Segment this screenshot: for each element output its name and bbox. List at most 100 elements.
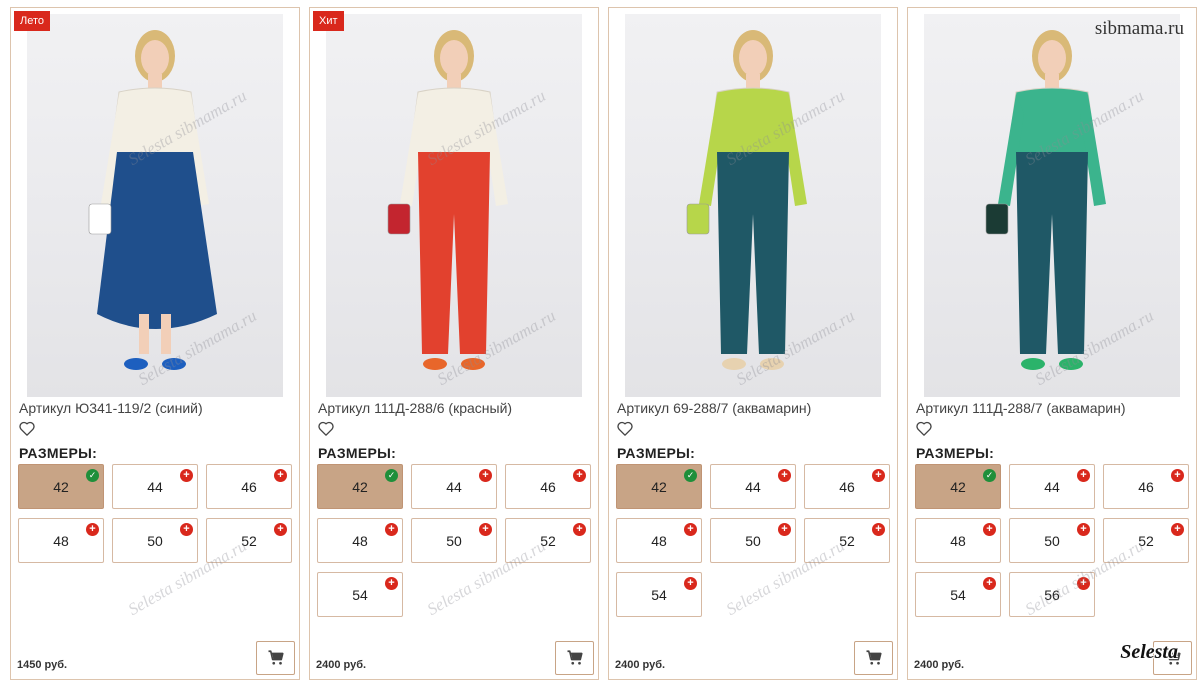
product-photo[interactable] xyxy=(625,14,881,397)
model-shoe-left xyxy=(423,358,447,370)
check-icon: ✓ xyxy=(385,469,398,482)
size-option[interactable]: 50 + xyxy=(710,518,796,563)
size-option[interactable]: 50 + xyxy=(112,518,198,563)
model-illustration xyxy=(88,30,217,370)
plus-icon: + xyxy=(1171,469,1184,482)
product-photo[interactable] xyxy=(326,14,582,397)
product-badge: Хит xyxy=(313,11,344,31)
check-icon: ✓ xyxy=(983,469,996,482)
size-option[interactable]: 46 + xyxy=(505,464,591,509)
plus-icon: + xyxy=(778,523,791,536)
product-price: 1450 руб. xyxy=(17,659,68,671)
product-price: 2400 руб. xyxy=(914,659,965,671)
model-pants xyxy=(1016,152,1088,354)
product-photo[interactable] xyxy=(924,14,1180,397)
model-shoe-left xyxy=(124,358,148,370)
size-option[interactable]: 48 + xyxy=(317,518,403,563)
model-illustration xyxy=(387,30,508,370)
add-to-cart-button[interactable] xyxy=(256,641,295,675)
product-title[interactable]: Артикул 69-288/7 (аквамарин) xyxy=(617,400,811,416)
model-pants xyxy=(717,152,789,354)
model-face xyxy=(440,40,468,76)
size-option[interactable]: 52 + xyxy=(1103,518,1189,563)
favorite-heart-icon[interactable] xyxy=(19,421,35,436)
size-option[interactable]: 44 + xyxy=(1009,464,1095,509)
size-label: 54 xyxy=(651,587,667,603)
size-option[interactable]: 42 ✓ xyxy=(616,464,702,509)
model-leg-left xyxy=(139,314,149,354)
add-to-cart-button[interactable] xyxy=(555,641,594,675)
size-option[interactable]: 56 + xyxy=(1009,572,1095,617)
size-option[interactable]: 46 + xyxy=(206,464,292,509)
product-photo[interactable] xyxy=(27,14,283,397)
model-shoe-right xyxy=(162,358,186,370)
size-label: 46 xyxy=(241,479,257,495)
model-bag xyxy=(985,203,1009,235)
plus-icon: + xyxy=(684,523,697,536)
product-card: Selesta sibmama.ru Selesta sibmama.ru Sele… xyxy=(608,7,898,680)
favorite-heart-icon[interactable] xyxy=(318,421,334,436)
size-option[interactable]: 42 ✓ xyxy=(317,464,403,509)
size-label: 44 xyxy=(446,479,462,495)
size-label: 52 xyxy=(839,533,855,549)
favorite-heart-icon[interactable] xyxy=(617,421,633,436)
size-label: 54 xyxy=(950,587,966,603)
size-label: 46 xyxy=(1138,479,1154,495)
size-label: 44 xyxy=(1044,479,1060,495)
plus-icon: + xyxy=(872,523,885,536)
sizes-heading: РАЗМЕРЫ: xyxy=(916,445,995,461)
size-label: 42 xyxy=(53,479,69,495)
size-option[interactable]: 54 + xyxy=(915,572,1001,617)
size-option[interactable]: 52 + xyxy=(804,518,890,563)
size-label: 54 xyxy=(352,587,368,603)
site-watermark: sibmama.ru xyxy=(1094,18,1184,39)
plus-icon: + xyxy=(86,523,99,536)
product-title[interactable]: Артикул 111Д-288/6 (красный) xyxy=(318,400,512,416)
size-option[interactable]: 44 + xyxy=(112,464,198,509)
model-bag xyxy=(387,203,411,235)
check-icon: ✓ xyxy=(86,469,99,482)
check-icon: ✓ xyxy=(684,469,697,482)
model-face xyxy=(739,40,767,76)
size-label: 50 xyxy=(147,533,163,549)
size-option[interactable]: 50 + xyxy=(1009,518,1095,563)
plus-icon: + xyxy=(1077,523,1090,536)
size-option[interactable]: 50 + xyxy=(411,518,497,563)
size-option[interactable]: 42 ✓ xyxy=(18,464,104,509)
size-label: 48 xyxy=(352,533,368,549)
size-option[interactable]: 42 ✓ xyxy=(915,464,1001,509)
size-label: 48 xyxy=(651,533,667,549)
model-shoe-right xyxy=(760,358,784,370)
size-label: 42 xyxy=(352,479,368,495)
model-face xyxy=(1038,40,1066,76)
model-bag xyxy=(686,203,710,235)
favorite-heart-icon[interactable] xyxy=(916,421,932,436)
size-option[interactable]: 54 + xyxy=(616,572,702,617)
size-label: 46 xyxy=(839,479,855,495)
add-to-cart-button[interactable] xyxy=(854,641,893,675)
cart-icon xyxy=(866,650,882,665)
size-option[interactable]: 46 + xyxy=(804,464,890,509)
size-option[interactable]: 52 + xyxy=(505,518,591,563)
cart-icon xyxy=(268,650,284,665)
size-option[interactable]: 46 + xyxy=(1103,464,1189,509)
product-title[interactable]: Артикул 111Д-288/7 (аквамарин) xyxy=(916,400,1125,416)
product-badge: Лето xyxy=(14,11,51,31)
size-option[interactable]: 48 + xyxy=(915,518,1001,563)
product-card: Selesta sibmama.ru Selesta sibmama.ru Sele… xyxy=(10,7,300,680)
plus-icon: + xyxy=(1077,577,1090,590)
size-option[interactable]: 44 + xyxy=(411,464,497,509)
product-title[interactable]: Артикул Ю341-119/2 (синий) xyxy=(19,400,203,416)
sizes-heading: РАЗМЕРЫ: xyxy=(617,445,696,461)
size-label: 52 xyxy=(1138,533,1154,549)
plus-icon: + xyxy=(872,469,885,482)
size-label: 48 xyxy=(950,533,966,549)
size-option[interactable]: 48 + xyxy=(616,518,702,563)
size-option[interactable]: 54 + xyxy=(317,572,403,617)
plus-icon: + xyxy=(180,523,193,536)
plus-icon: + xyxy=(684,577,697,590)
size-option[interactable]: 44 + xyxy=(710,464,796,509)
size-option[interactable]: 48 + xyxy=(18,518,104,563)
size-option[interactable]: 52 + xyxy=(206,518,292,563)
size-label: 50 xyxy=(446,533,462,549)
